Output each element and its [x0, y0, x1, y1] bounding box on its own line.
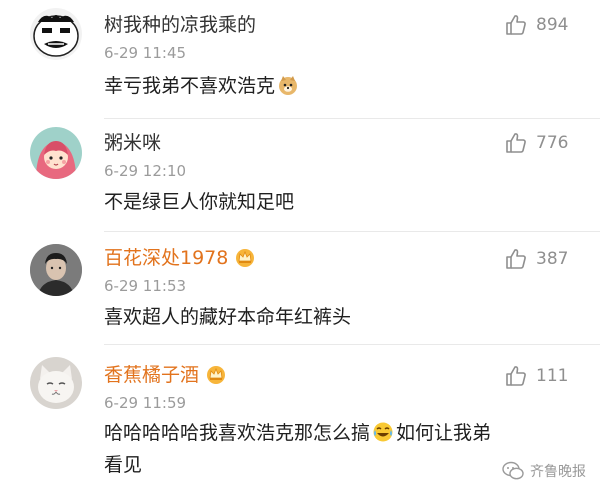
like-button[interactable]: 387	[504, 246, 594, 272]
meme-face-avatar-icon[interactable]	[30, 8, 82, 60]
timestamp: 6-29 11:53	[104, 277, 187, 295]
comment-text-part: 哈哈哈哈哈我喜欢浩克那怎么搞	[104, 422, 371, 444]
like-count: 387	[536, 249, 569, 269]
timestamp: 6-29 12:10	[104, 162, 187, 180]
comment-item: 树我种的凉我乘的 6-29 11:45 幸亏我弟不喜欢浩克 894	[0, 0, 600, 118]
thumbs-up-icon	[506, 15, 526, 35]
watermark: 齐鲁晚报	[502, 461, 586, 481]
wechat-icon	[502, 461, 524, 480]
comment-text-part: 如何让我弟	[396, 422, 492, 444]
like-button[interactable]: 776	[504, 130, 594, 156]
like-count: 776	[536, 133, 569, 153]
thumbs-up-icon	[506, 133, 526, 153]
thumbs-up-icon	[506, 366, 526, 386]
white-cat-avatar-icon[interactable]	[30, 357, 82, 409]
laughing-tears-emoji-icon	[372, 421, 394, 443]
username[interactable]: 香蕉橘子酒	[104, 363, 227, 387]
photo-portrait-avatar-icon[interactable]	[30, 244, 82, 296]
username-text: 百花深处1978	[104, 247, 229, 269]
timestamp: 6-29 11:45	[104, 44, 187, 62]
comment-text: 不是绿巨人你就知足吧	[104, 191, 295, 213]
like-button[interactable]: 894	[504, 12, 594, 38]
comment-text: 幸亏我弟不喜欢浩克	[104, 70, 580, 102]
like-count: 894	[536, 15, 569, 35]
cartoon-girl-avatar-icon[interactable]	[30, 127, 82, 179]
comment-item: 粥米咪 6-29 12:10 不是绿巨人你就知足吧 776	[0, 119, 600, 231]
username[interactable]: 百花深处1978	[104, 246, 256, 270]
username[interactable]: 树我种的凉我乘的	[104, 13, 256, 37]
like-button[interactable]: 111	[504, 363, 594, 389]
comment-item: 百花深处1978 6-29 11:53 喜欢超人的藏好本命年红裤头 387	[0, 232, 600, 344]
vip-crown-icon	[234, 246, 256, 268]
timestamp: 6-29 11:59	[104, 394, 187, 412]
comment-text-content: 幸亏我弟不喜欢浩克	[104, 75, 276, 97]
vip-crown-icon	[205, 363, 227, 385]
like-count: 111	[536, 366, 569, 386]
username-text: 香蕉橘子酒	[104, 364, 200, 386]
username[interactable]: 粥米咪	[104, 131, 161, 155]
comment-text: 喜欢超人的藏好本命年红裤头	[104, 306, 352, 328]
thumbs-up-icon	[506, 249, 526, 269]
comment-text-part: 看见	[104, 454, 143, 476]
watermark-text: 齐鲁晚报	[530, 464, 586, 480]
doge-emoji-icon	[277, 74, 299, 96]
